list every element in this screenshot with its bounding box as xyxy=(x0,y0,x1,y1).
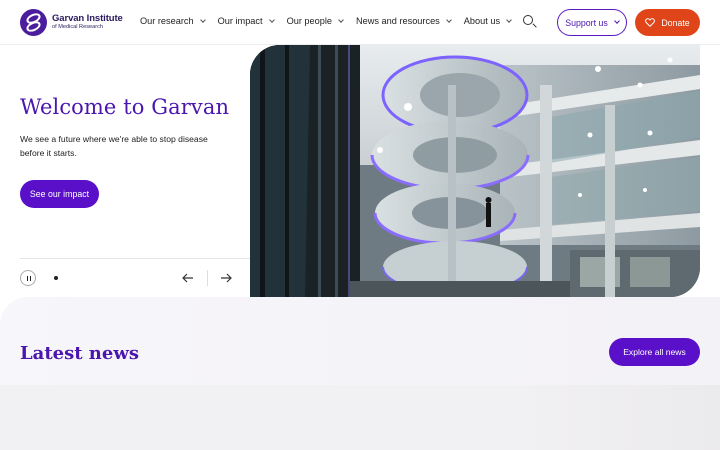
nav-about-us[interactable]: About us xyxy=(463,16,512,26)
arrow-separator xyxy=(207,270,208,286)
logo-icon xyxy=(20,9,47,36)
chevron-down-icon xyxy=(445,16,452,23)
heart-icon xyxy=(645,18,656,27)
explore-all-news-button[interactable]: Explore all news xyxy=(609,338,700,366)
chevron-down-icon xyxy=(199,16,206,23)
nav-news-and-resources[interactable]: News and resources xyxy=(356,16,452,26)
arrow-left-icon[interactable] xyxy=(181,271,195,285)
latest-news-title: Latest news xyxy=(20,343,139,364)
search-icon[interactable] xyxy=(522,14,538,30)
hero-description: We see a future where we're able to stop… xyxy=(20,134,208,158)
garvan-logo[interactable]: Garvan Institute of Medical Research xyxy=(20,9,123,36)
logo-subtitle: of Medical Research xyxy=(52,23,103,30)
donate-label: Donate xyxy=(661,17,690,28)
carousel-dot[interactable] xyxy=(54,276,58,280)
logo-title: Garvan Institute xyxy=(52,13,123,25)
chevron-down-icon xyxy=(338,16,344,23)
nav-label: News and resources xyxy=(356,16,440,26)
nav-label: About us xyxy=(463,16,501,26)
nav-our-research[interactable]: Our research xyxy=(140,16,206,26)
main-nav: Our research Our impact Our people News … xyxy=(140,16,524,26)
nav-our-impact[interactable]: Our impact xyxy=(217,16,275,26)
nav-label: Our impact xyxy=(217,16,263,26)
nav-our-people[interactable]: Our people xyxy=(286,16,344,26)
donate-button[interactable]: Donate xyxy=(635,9,700,36)
see-our-impact-button[interactable]: See our impact xyxy=(20,180,99,208)
arrow-right-icon[interactable] xyxy=(219,271,233,285)
hero-title: Welcome to Garvan xyxy=(20,95,230,119)
site-header: Garvan Institute of Medical Research Our… xyxy=(0,0,720,44)
nav-label: Our research xyxy=(140,16,194,26)
pause-icon[interactable] xyxy=(20,270,36,286)
chevron-down-icon xyxy=(506,16,512,23)
carousel-divider xyxy=(20,258,250,259)
nav-label: Our people xyxy=(286,16,333,26)
news-fade xyxy=(520,385,720,450)
support-us-label: Support us xyxy=(565,17,608,28)
support-us-button[interactable]: Support us xyxy=(557,9,627,36)
chevron-down-icon xyxy=(268,16,275,23)
hero-image xyxy=(250,45,700,297)
chevron-down-icon xyxy=(613,18,620,24)
atrium-photo xyxy=(250,45,700,297)
